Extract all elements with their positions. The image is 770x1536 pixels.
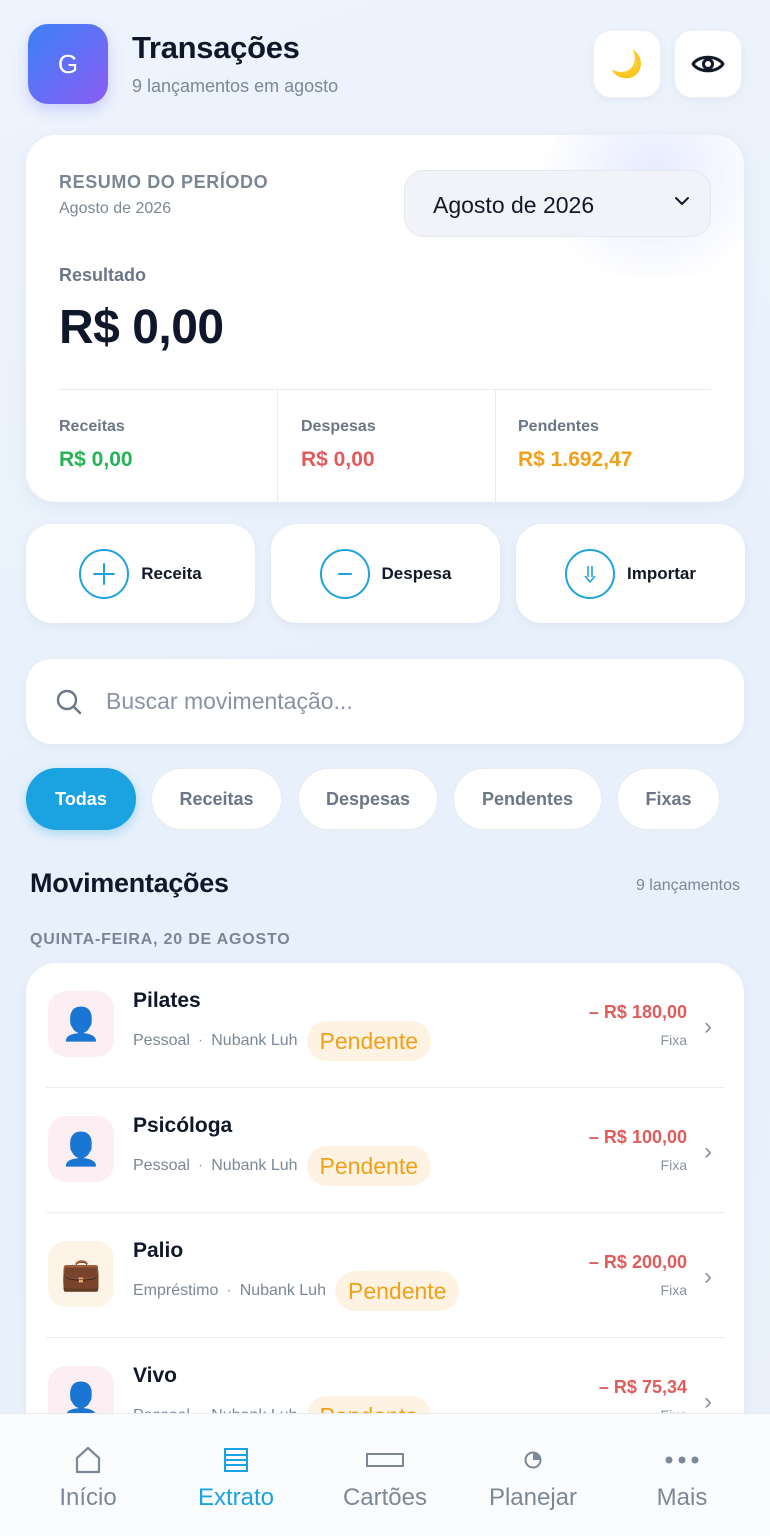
separator-dot: · xyxy=(226,1282,232,1299)
import-label: Importar xyxy=(627,563,696,583)
transaction-category: Pessoal xyxy=(133,1157,190,1174)
filter-pending[interactable]: Pendentes xyxy=(453,768,602,830)
transaction-meta: Pessoal · Nubank Luh Pendente xyxy=(133,1021,432,1061)
result-value: R$ 0,00 xyxy=(59,301,224,354)
bottom-nav: Início Extrato Cartões Planejar Mais xyxy=(0,1413,770,1536)
expense-label: Despesas xyxy=(301,418,376,435)
page-subtitle: 9 lançamentos em agosto xyxy=(132,76,339,96)
income-value: R$ 0,00 xyxy=(59,448,133,471)
transaction-amount: – R$ 100,00 xyxy=(588,1127,687,1147)
transaction-kind: Fixa xyxy=(660,1032,687,1048)
import-arrow-icon xyxy=(565,548,616,599)
transaction-account: Nubank Luh xyxy=(211,1032,298,1049)
minus-circle-icon xyxy=(319,548,370,599)
nav-cards-label: Cartões xyxy=(342,1484,428,1511)
filter-fixed[interactable]: Fixas xyxy=(617,768,720,830)
header: G Transações 9 lançamentos em agosto 🌙 xyxy=(28,24,742,106)
transaction-list: 👤 Pilates Pessoal · Nubank Luh Pendente … xyxy=(26,963,744,1483)
nav-statement-label: Extrato xyxy=(197,1484,275,1511)
transaction-meta: Empréstimo · Nubank Luh Pendente xyxy=(133,1271,460,1311)
date-heading: QUINTA-FEIRA, 20 DE AGOSTO xyxy=(30,931,291,948)
period-select[interactable]: Agosto de 2026 xyxy=(404,170,711,237)
pending-value: R$ 1.692,47 xyxy=(518,448,633,471)
transaction-row[interactable]: 👤 Pilates Pessoal · Nubank Luh Pendente … xyxy=(26,963,744,1088)
person-icon: 👤 xyxy=(48,1116,114,1182)
result-label: Resultado xyxy=(59,265,147,285)
avatar[interactable]: G xyxy=(28,24,108,104)
import-button[interactable]: Importar xyxy=(516,524,745,623)
separator-dot: · xyxy=(197,1032,204,1049)
add-expense-button[interactable]: Despesa xyxy=(271,524,500,623)
transaction-account: Nubank Luh xyxy=(239,1282,326,1299)
briefcase-icon: 💼 xyxy=(48,1241,114,1307)
income-stat: Receitas R$ 0,00 xyxy=(59,390,277,502)
nav-plan[interactable]: Planejar xyxy=(458,1414,608,1536)
transaction-account: Nubank Luh xyxy=(211,1157,298,1174)
transaction-name: Vivo xyxy=(133,1364,177,1387)
chevron-down-icon xyxy=(675,197,689,205)
search-icon xyxy=(56,689,82,715)
transaction-name: Palio xyxy=(133,1239,184,1262)
transaction-amount: – R$ 180,00 xyxy=(588,1002,687,1022)
add-income-label: Receita xyxy=(141,563,202,583)
separator-dot: · xyxy=(197,1157,204,1174)
transaction-category: Empréstimo xyxy=(133,1282,219,1299)
section-title: Movimentações xyxy=(30,868,229,898)
status-badge: Pendente xyxy=(334,1271,460,1311)
page-title: Transações xyxy=(132,30,300,65)
transaction-kind: Fixa xyxy=(660,1282,687,1298)
expense-stat: Despesas R$ 0,00 xyxy=(277,390,495,502)
more-dots-icon xyxy=(607,1442,757,1478)
transaction-name: Pilates xyxy=(133,989,201,1012)
transaction-name: Psicóloga xyxy=(133,1114,233,1137)
nav-more[interactable]: Mais xyxy=(607,1414,757,1536)
summary-label: RESUMO DO PERÍODO xyxy=(59,172,269,192)
transactions-screen: G Transações 9 lançamentos em agosto 🌙 R… xyxy=(0,0,770,1536)
chevron-right-icon: › xyxy=(704,1013,712,1040)
transaction-meta: Pessoal · Nubank Luh Pendente xyxy=(133,1146,432,1186)
search-bar xyxy=(26,659,744,744)
home-icon xyxy=(13,1442,163,1478)
add-income-button[interactable]: Receita xyxy=(26,524,255,623)
status-badge: Pendente xyxy=(306,1021,432,1061)
add-expense-label: Despesa xyxy=(381,563,452,583)
transaction-amount: – R$ 200,00 xyxy=(588,1252,687,1272)
income-label: Receitas xyxy=(59,418,125,435)
moon-icon: 🌙 xyxy=(610,48,644,79)
period-select-value: Agosto de 2026 xyxy=(433,192,595,218)
transaction-kind: Fixa xyxy=(660,1157,687,1173)
filter-all[interactable]: Todas xyxy=(26,768,136,830)
nav-plan-label: Planejar xyxy=(488,1484,578,1511)
chevron-right-icon: › xyxy=(704,1263,712,1290)
status-badge: Pendente xyxy=(306,1146,432,1186)
filter-expenses[interactable]: Despesas xyxy=(298,768,438,830)
nav-statement[interactable]: Extrato xyxy=(161,1414,311,1536)
nav-home-label: Início xyxy=(59,1484,117,1511)
transaction-amount: – R$ 75,34 xyxy=(598,1377,687,1397)
expense-value: R$ 0,00 xyxy=(301,448,375,471)
transaction-row[interactable]: 💼 Palio Empréstimo · Nubank Luh Pendente… xyxy=(26,1213,744,1338)
chevron-right-icon: › xyxy=(704,1138,712,1165)
pending-label: Pendentes xyxy=(518,418,599,435)
statement-icon xyxy=(161,1442,311,1478)
pie-chart-icon xyxy=(458,1442,608,1478)
section-count: 9 lançamentos xyxy=(635,877,740,894)
filter-income[interactable]: Receitas xyxy=(151,768,282,830)
transaction-row[interactable]: 👤 Psicóloga Pessoal · Nubank Luh Pendent… xyxy=(26,1088,744,1213)
chevron-right-icon: › xyxy=(704,1388,712,1415)
summary-card: RESUMO DO PERÍODO Agosto de 2026 Agosto … xyxy=(26,135,744,502)
summary-period: Agosto de 2026 xyxy=(59,200,172,217)
person-icon: 👤 xyxy=(48,991,114,1057)
nav-cards[interactable]: Cartões xyxy=(310,1414,460,1536)
dark-mode-button[interactable]: 🌙 xyxy=(593,30,661,98)
nav-home[interactable]: Início xyxy=(13,1414,163,1536)
nav-more-label: Mais xyxy=(656,1484,708,1511)
search-input[interactable] xyxy=(106,679,706,723)
toggle-visibility-button[interactable] xyxy=(674,30,742,98)
plus-circle-icon xyxy=(79,548,130,599)
transaction-category: Pessoal xyxy=(133,1032,190,1049)
card-icon xyxy=(310,1442,460,1478)
eye-icon xyxy=(691,55,725,73)
pending-stat: Pendentes R$ 1.692,47 xyxy=(495,390,713,502)
